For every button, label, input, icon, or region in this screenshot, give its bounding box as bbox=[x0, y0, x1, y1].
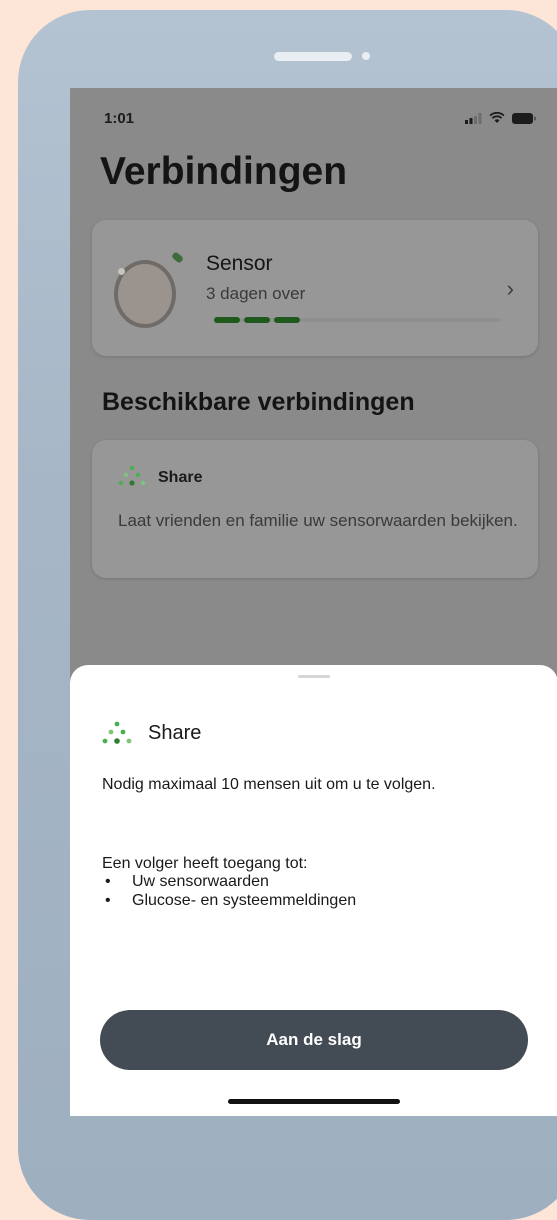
progress-segment bbox=[214, 317, 240, 323]
sensor-name: Sensor bbox=[206, 252, 273, 275]
share-card[interactable]: Share Laat vrienden en familie uw sensor… bbox=[92, 440, 538, 578]
get-started-button[interactable]: Aan de slag bbox=[100, 1010, 528, 1070]
access-title: Een volger heeft toegang tot: bbox=[102, 855, 308, 872]
app-screen: 1:01 Verbindingen Sensor 3 dagen over › … bbox=[70, 88, 557, 1116]
phone-frame: 1:01 Verbindingen Sensor 3 dagen over › … bbox=[18, 10, 557, 1220]
access-item-label: Glucose- en systeemmeldingen bbox=[132, 892, 357, 909]
list-item: • Glucose- en systeemmeldingen bbox=[102, 891, 356, 910]
section-title: Beschikbare verbindingen bbox=[102, 388, 415, 416]
wifi-icon bbox=[489, 112, 505, 123]
sensor-device-dot bbox=[118, 268, 125, 275]
progress-segment bbox=[243, 317, 270, 323]
home-indicator bbox=[228, 1099, 400, 1104]
share-card-description: Laat vrienden en familie uw sensorwaarde… bbox=[118, 511, 518, 530]
chevron-right-icon: › bbox=[506, 276, 514, 301]
status-time: 1:01 bbox=[104, 110, 135, 127]
sensor-remaining: 3 dagen over bbox=[206, 284, 306, 303]
access-list: • Uw sensorwaarden • Glucose- en systeemme… bbox=[102, 872, 356, 910]
list-item: • Uw sensorwaarden bbox=[102, 872, 356, 891]
bullet: • bbox=[105, 892, 111, 909]
share-icon bbox=[118, 465, 146, 486]
share-icon bbox=[102, 721, 132, 744]
front-camera bbox=[362, 52, 370, 60]
sensor-applicator-tip bbox=[171, 251, 184, 264]
signal-icon bbox=[465, 112, 482, 124]
access-item-label: Uw sensorwaarden bbox=[132, 873, 269, 890]
share-bottom-sheet: Share Nodig maximaal 10 mensen uit om u … bbox=[70, 665, 557, 1116]
status-icons bbox=[465, 112, 536, 124]
sheet-title: Share bbox=[148, 722, 202, 744]
page-title: Verbindingen bbox=[100, 150, 348, 193]
sheet-grabber[interactable] bbox=[298, 675, 330, 678]
speaker-grille bbox=[274, 52, 352, 61]
sensor-card[interactable]: Sensor 3 dagen over › bbox=[92, 220, 538, 356]
share-card-title: Share bbox=[158, 469, 203, 486]
battery-icon bbox=[512, 112, 536, 124]
bullet: • bbox=[105, 873, 111, 890]
invite-text: Nodig maximaal 10 mensen uit om u te vol… bbox=[102, 776, 436, 793]
sensor-progress-bar bbox=[214, 317, 500, 323]
progress-segment bbox=[273, 317, 300, 323]
